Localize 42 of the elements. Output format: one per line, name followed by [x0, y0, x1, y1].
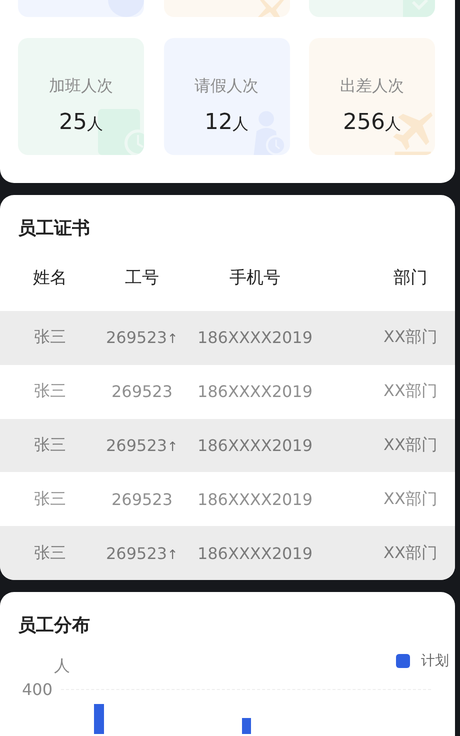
- table-cell: 269523: [106, 544, 168, 563]
- stat-value: 256: [343, 110, 385, 136]
- arrow-mark: ↑: [167, 548, 178, 563]
- stat-unit: 人: [87, 114, 103, 135]
- axis-tick-label: 400: [22, 680, 53, 699]
- column-header: 工号: [124, 266, 160, 288]
- table-cell: 186XXXX2019: [197, 328, 313, 348]
- stat-label: 请假人次: [194, 76, 258, 96]
- column-header: 姓名: [32, 266, 68, 288]
- table-cell: 186XXXX2019: [197, 382, 313, 402]
- table-cell: XX部门: [384, 542, 438, 562]
- table-cell: 张三: [34, 488, 66, 508]
- table-cell: 186XXXX2019: [197, 490, 313, 509]
- stat-label: 出差人次: [340, 76, 404, 96]
- table-cell: 269523: [106, 328, 168, 348]
- table-cell: 张三: [34, 434, 66, 454]
- table-cell: 张三: [34, 542, 66, 562]
- column-header: 部门: [392, 266, 428, 288]
- stat-value: 25: [59, 110, 87, 136]
- table-cell: 张三: [34, 381, 66, 400]
- axis-unit: 人: [54, 656, 70, 677]
- section-title: 员工证书: [17, 217, 91, 241]
- table-cell: 张三: [34, 327, 66, 346]
- table-cell: XX部门: [384, 327, 438, 346]
- table-cell: XX部门: [384, 381, 438, 400]
- stat-unit: 人: [232, 114, 248, 135]
- table-cell: XX部门: [384, 488, 438, 508]
- legend-swatch: [396, 654, 410, 668]
- arrow-mark: ↑: [167, 332, 178, 348]
- stat-label: 加班人次: [49, 76, 113, 96]
- column-header: 手机号: [228, 266, 282, 288]
- table-cell: 186XXXX2019: [197, 544, 313, 563]
- legend-label: 计划: [421, 652, 449, 670]
- table-cell: 269523: [111, 490, 173, 509]
- table-cell: 269523: [111, 382, 173, 402]
- stat-value: 12: [204, 110, 232, 136]
- table-cell: 269523: [106, 436, 168, 455]
- table-cell: XX部门: [384, 434, 438, 454]
- stat-unit: 人: [385, 114, 401, 135]
- table-cell: 186XXXX2019: [197, 436, 313, 455]
- arrow-mark: ↑: [167, 440, 178, 455]
- section-title: 员工分布: [17, 614, 91, 638]
